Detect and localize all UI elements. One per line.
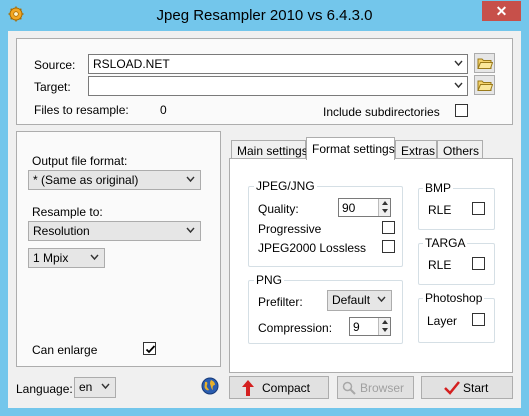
target-input[interactable] [88,76,468,96]
language-select[interactable]: en [74,377,116,398]
source-label: Source: [34,58,76,72]
compression-label: Compression: [258,321,333,335]
browser-label: Browser [360,381,405,395]
folder-icon [477,80,493,91]
chevron-down-icon [454,82,463,89]
files-to-resample-label: Files to resample: [34,103,129,117]
targa-rle-checkbox[interactable] [472,257,485,270]
compression-down-button[interactable] [378,326,390,335]
chevron-down-icon [90,254,99,261]
red-checkmark-icon [444,381,460,395]
include-subdirectories-label: Include subdirectories [323,105,440,119]
arrow-up-icon [382,201,388,205]
compact-button[interactable]: Compact [229,376,329,399]
photoshop-layer-checkbox[interactable] [472,313,485,326]
quality-label: Quality: [258,202,299,216]
jpeg2000-lossless-label: JPEG2000 Lossless [258,241,367,255]
photoshop-layer-label: Layer [427,314,458,328]
output-format-value: * (Same as original) [33,173,139,187]
chevron-down-icon [186,176,195,183]
globe-icon [201,377,219,395]
browser-button[interactable]: Browser [337,376,414,399]
targa-rle-label: RLE [428,258,452,272]
resample-to-select[interactable]: Resolution [28,221,201,241]
tab-others[interactable]: Others [437,140,483,160]
start-button[interactable]: Start [421,376,513,399]
arrow-down-icon [382,209,388,213]
photoshop-group-title: Photoshop [423,291,485,305]
compression-spinner[interactable]: 9 [349,317,391,336]
checkmark-icon [145,345,156,354]
progressive-label: Progressive [258,222,322,236]
output-format-select[interactable]: * (Same as original) [28,170,201,190]
png-group-title: PNG [254,273,285,287]
quality-spinner[interactable]: 90 [338,198,391,217]
start-label: Start [463,381,489,395]
red-up-arrow-icon [242,380,254,396]
targa-group-title: TARGA [423,236,468,250]
source-input[interactable]: RSLOAD.NET [88,54,468,74]
compression-value: 9 [353,320,360,334]
source-value: RSLOAD.NET [93,57,170,71]
source-browse-button[interactable] [474,53,495,73]
window-title: Jpeg Resampler 2010 vs 6.4.3.0 [156,7,373,24]
compact-label: Compact [262,381,311,395]
language-label: Language: [16,382,73,396]
files-count: 0 [160,103,167,117]
arrow-down-icon [382,328,388,332]
prefilter-value: Default [332,293,371,307]
bmp-rle-checkbox[interactable] [472,202,485,215]
tab-format-settings[interactable]: Format settings [306,137,395,160]
can-enlarge-checkbox[interactable] [143,342,156,355]
title-bar[interactable]: Jpeg Resampler 2010 vs 6.4.3.0 ✕ [0,0,529,31]
resample-to-value: Resolution [33,224,90,238]
progressive-checkbox[interactable] [382,221,395,234]
size-select[interactable]: 1 Mpix [28,248,105,268]
include-subdirectories-checkbox[interactable] [455,104,468,117]
magnifier-icon [342,381,356,395]
prefilter-select[interactable]: Default [327,290,392,311]
tab-main-settings[interactable]: Main settings [231,140,308,160]
jpeg-group-title: JPEG/JNG [254,179,317,193]
quality-down-button[interactable] [378,207,390,216]
target-browse-button[interactable] [474,75,495,95]
arrow-up-icon [382,320,388,324]
folder-icon [477,58,493,69]
jpeg2000-lossless-checkbox[interactable] [382,240,395,253]
can-enlarge-label: Can enlarge [32,343,98,357]
resample-to-label: Resample to: [32,205,103,219]
window-frame: Jpeg Resampler 2010 vs 6.4.3.0 ✕ Source:… [0,0,529,416]
close-icon: ✕ [495,3,508,19]
target-label: Target: [34,80,71,94]
chevron-down-icon [377,296,386,303]
quality-value: 90 [342,201,356,215]
close-button[interactable]: ✕ [482,1,521,21]
chevron-down-icon [186,227,195,234]
bmp-rle-label: RLE [428,203,452,217]
size-value: 1 Mpix [33,251,69,265]
web-button[interactable] [201,377,219,395]
prefilter-label: Prefilter: [258,295,303,309]
language-value: en [79,380,93,394]
tab-extras[interactable]: Extras [395,140,437,160]
output-format-label: Output file format: [32,154,128,168]
bmp-group-title: BMP [423,181,454,195]
chevron-down-icon [454,60,463,67]
chevron-down-icon [101,383,110,390]
